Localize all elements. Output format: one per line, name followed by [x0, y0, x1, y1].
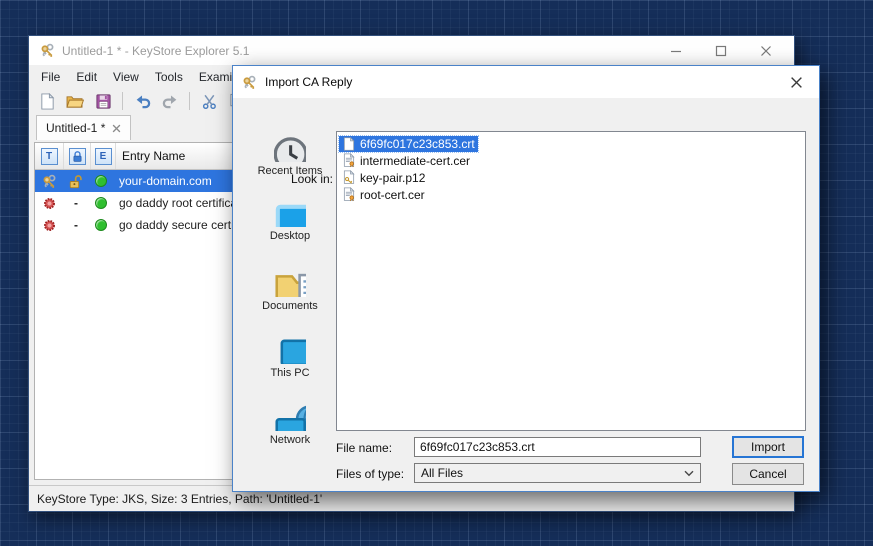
file-item[interactable]: intermediate-cert.cer [339, 152, 803, 169]
place-label: Desktop [270, 230, 310, 242]
recent-items-icon [274, 136, 306, 162]
window-title: Untitled-1 * - KeyStore Explorer 5.1 [62, 44, 653, 58]
minimize-icon [670, 45, 682, 57]
place-documents[interactable]: Documents [247, 266, 333, 333]
file-name: key-pair.p12 [360, 171, 425, 185]
maximize-button[interactable] [698, 36, 743, 65]
menu-tools[interactable]: Tools [147, 67, 191, 87]
close-icon [760, 45, 772, 57]
places-sidebar: Recent Items Desktop Documents This PC N… [247, 132, 333, 467]
redo-button[interactable] [158, 90, 182, 112]
place-label: Documents [262, 300, 318, 312]
menu-file[interactable]: File [33, 67, 68, 87]
certificate-rosette-icon [35, 192, 63, 214]
dialog-titlebar[interactable]: Import CA Reply [233, 66, 819, 98]
type-badge: T [41, 148, 58, 165]
chevron-down-icon [684, 470, 694, 477]
certificate-file-icon [342, 153, 356, 168]
file-item[interactable]: key-pair.p12 [339, 169, 803, 186]
lock-cell: - [63, 192, 89, 214]
save-icon [95, 93, 112, 110]
menu-view[interactable]: View [105, 67, 147, 87]
file-name-label: File name: [336, 441, 392, 455]
lock-icon [69, 148, 86, 165]
files-of-type-combobox[interactable]: All Files [414, 463, 701, 483]
file-item[interactable]: root-cert.cer [339, 186, 803, 203]
plain-file-icon [342, 137, 356, 151]
dialog-title: Import CA Reply [265, 75, 781, 89]
app-keys-icon [39, 42, 56, 59]
lock-cell: - [63, 214, 89, 236]
redo-icon [162, 93, 179, 110]
new-file-icon [39, 93, 56, 110]
import-ca-reply-dialog: Import CA Reply Look in: prerequisites R… [232, 65, 820, 492]
key-pair-icon [35, 170, 63, 192]
file-list: 6f69fc017c23c853.crt intermediate-cert.c… [336, 131, 806, 431]
tab-label: Untitled-1 * [46, 121, 105, 135]
column-header-lock[interactable] [64, 143, 91, 169]
tab-untitled-1[interactable]: Untitled-1 * [36, 115, 131, 140]
column-header-type[interactable]: T [35, 143, 64, 169]
file-name: intermediate-cert.cer [360, 154, 470, 168]
expiry-badge: E [95, 148, 112, 165]
files-of-type-label: Files of type: [336, 467, 404, 481]
desktop-icon [274, 203, 306, 227]
close-icon [790, 76, 803, 89]
file-name-input[interactable] [414, 437, 701, 457]
place-desktop[interactable]: Desktop [247, 199, 333, 266]
column-header-expiry[interactable]: E [91, 143, 116, 169]
import-button[interactable]: Import [732, 436, 804, 458]
status-dot-icon [89, 214, 113, 236]
save-keystore-button[interactable] [91, 90, 115, 112]
status-dot-icon [89, 192, 113, 214]
certificate-file-icon [342, 187, 356, 202]
file-name: 6f69fc017c23c853.crt [360, 137, 475, 151]
close-button[interactable] [743, 36, 788, 65]
toolbar-separator [122, 92, 123, 110]
undo-icon [134, 93, 151, 110]
place-label: Network [270, 434, 310, 446]
place-network[interactable]: Network [247, 400, 333, 467]
place-this-pc[interactable]: This PC [247, 333, 333, 400]
undo-button[interactable] [130, 90, 154, 112]
certificate-rosette-icon [35, 214, 63, 236]
open-keystore-button[interactable] [63, 90, 87, 112]
this-pc-icon [274, 337, 306, 364]
network-icon [274, 404, 306, 431]
new-keystore-button[interactable] [35, 90, 59, 112]
menu-edit[interactable]: Edit [68, 67, 105, 87]
file-name: root-cert.cer [360, 188, 425, 202]
app-keys-icon [241, 74, 258, 91]
cancel-button[interactable]: Cancel [732, 463, 804, 485]
place-label: This PC [270, 367, 309, 379]
tab-close-icon[interactable] [112, 124, 121, 133]
place-label: Recent Items [258, 165, 323, 177]
place-recent-items[interactable]: Recent Items [247, 132, 333, 199]
maximize-icon [715, 45, 727, 57]
cut-icon [201, 93, 218, 110]
key-file-icon [342, 170, 356, 185]
dialog-close-button[interactable] [781, 66, 811, 98]
cut-button[interactable] [197, 90, 221, 112]
documents-icon [274, 270, 306, 297]
files-of-type-value: All Files [421, 466, 684, 480]
main-titlebar[interactable]: Untitled-1 * - KeyStore Explorer 5.1 [29, 36, 794, 65]
status-dot-icon [89, 170, 113, 192]
minimize-button[interactable] [653, 36, 698, 65]
unlocked-padlock-icon [63, 170, 89, 192]
file-item[interactable]: 6f69fc017c23c853.crt [339, 135, 803, 152]
toolbar-separator [189, 92, 190, 110]
open-folder-icon [66, 94, 84, 109]
status-text: KeyStore Type: JKS, Size: 3 Entries, Pat… [37, 492, 322, 506]
